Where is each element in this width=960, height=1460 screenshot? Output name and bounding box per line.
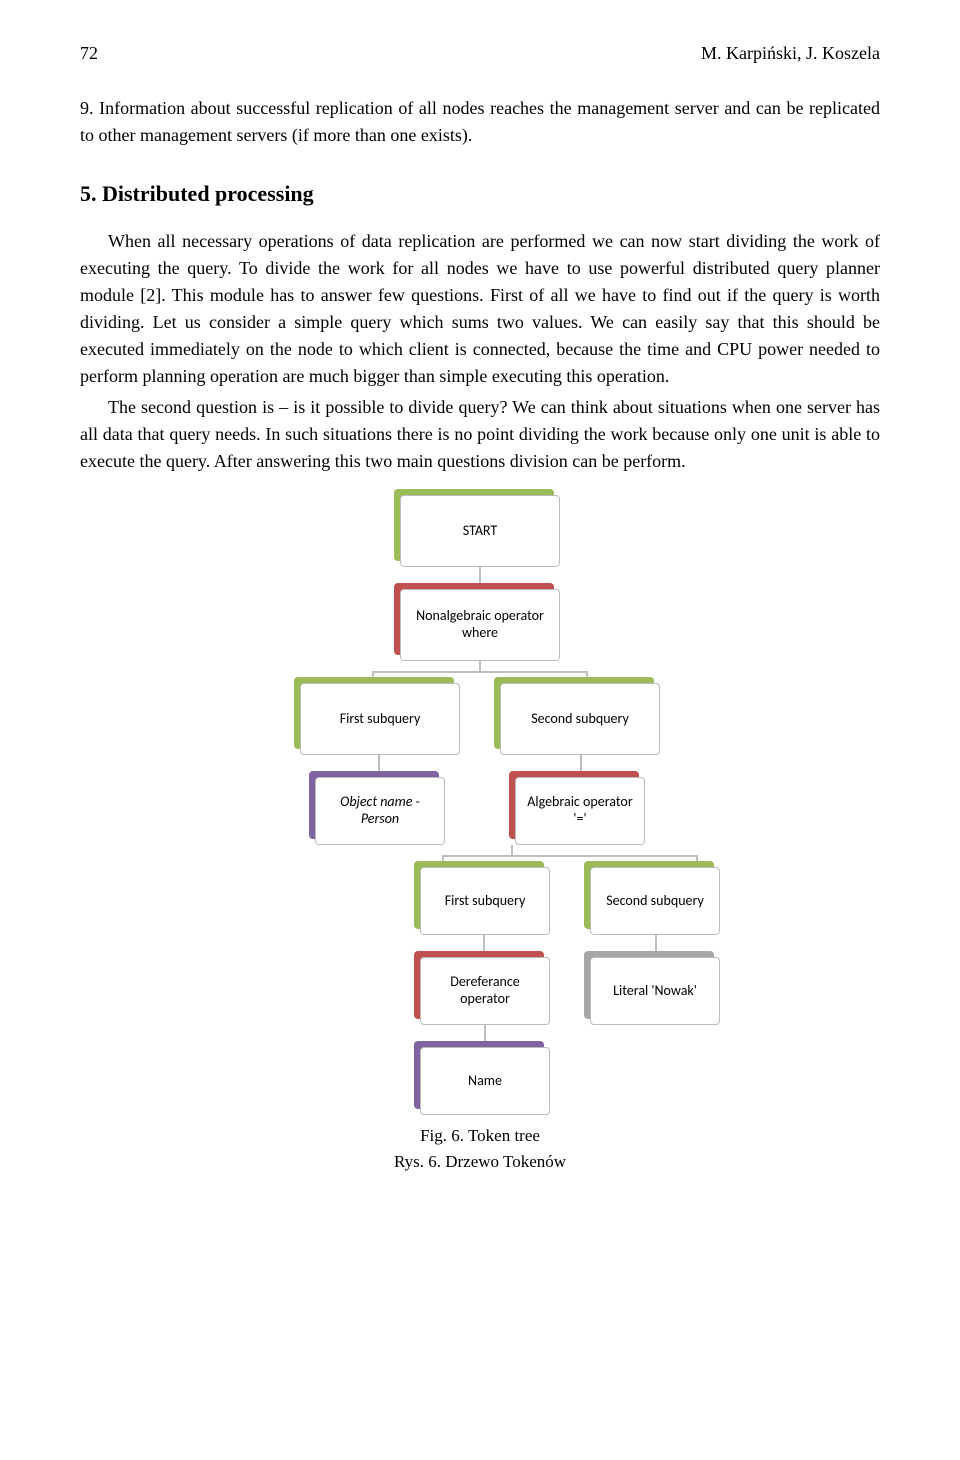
authors: M. Karpiński, J. Koszela	[701, 40, 880, 67]
list-number: 9.	[80, 98, 94, 118]
list-text: Information about successful replication…	[80, 98, 880, 145]
node-object-name-person: Object name - Person	[315, 777, 445, 845]
figure-captions: Fig. 6. Token tree Rys. 6. Drzewo Tokenó…	[80, 1123, 880, 1174]
body-paragraph: When all necessary operations of data re…	[80, 228, 880, 390]
page-number: 72	[80, 40, 98, 67]
section-title-text: Distributed processing	[102, 181, 314, 206]
caption-english: Fig. 6. Token tree	[80, 1123, 880, 1149]
node-first-subquery-2: First subquery	[420, 867, 550, 935]
body-paragraph: The second question is – is it possible …	[80, 394, 880, 475]
node-name: Name	[420, 1047, 550, 1115]
node-literal-nowak: Literal 'Nowak'	[590, 957, 720, 1025]
section-heading: 5. Distributed processing	[80, 177, 880, 210]
node-algebraic-equals: Algebraic operator '='	[515, 777, 645, 845]
node-dereference-operator: Dereferance operator	[420, 957, 550, 1025]
node-first-subquery-1: First subquery	[300, 683, 460, 755]
token-tree-diagram: START Nonalgebraic operator where First …	[80, 495, 880, 1115]
caption-polish: Rys. 6. Drzewo Tokenów	[80, 1149, 880, 1175]
node-nonalgebraic-where: Nonalgebraic operator where	[400, 589, 560, 661]
node-start: START	[400, 495, 560, 567]
node-second-subquery-1: Second subquery	[500, 683, 660, 755]
node-second-subquery-2: Second subquery	[590, 867, 720, 935]
numbered-list-item: 9. Information about successful replicat…	[80, 95, 880, 149]
section-number: 5.	[80, 181, 97, 206]
